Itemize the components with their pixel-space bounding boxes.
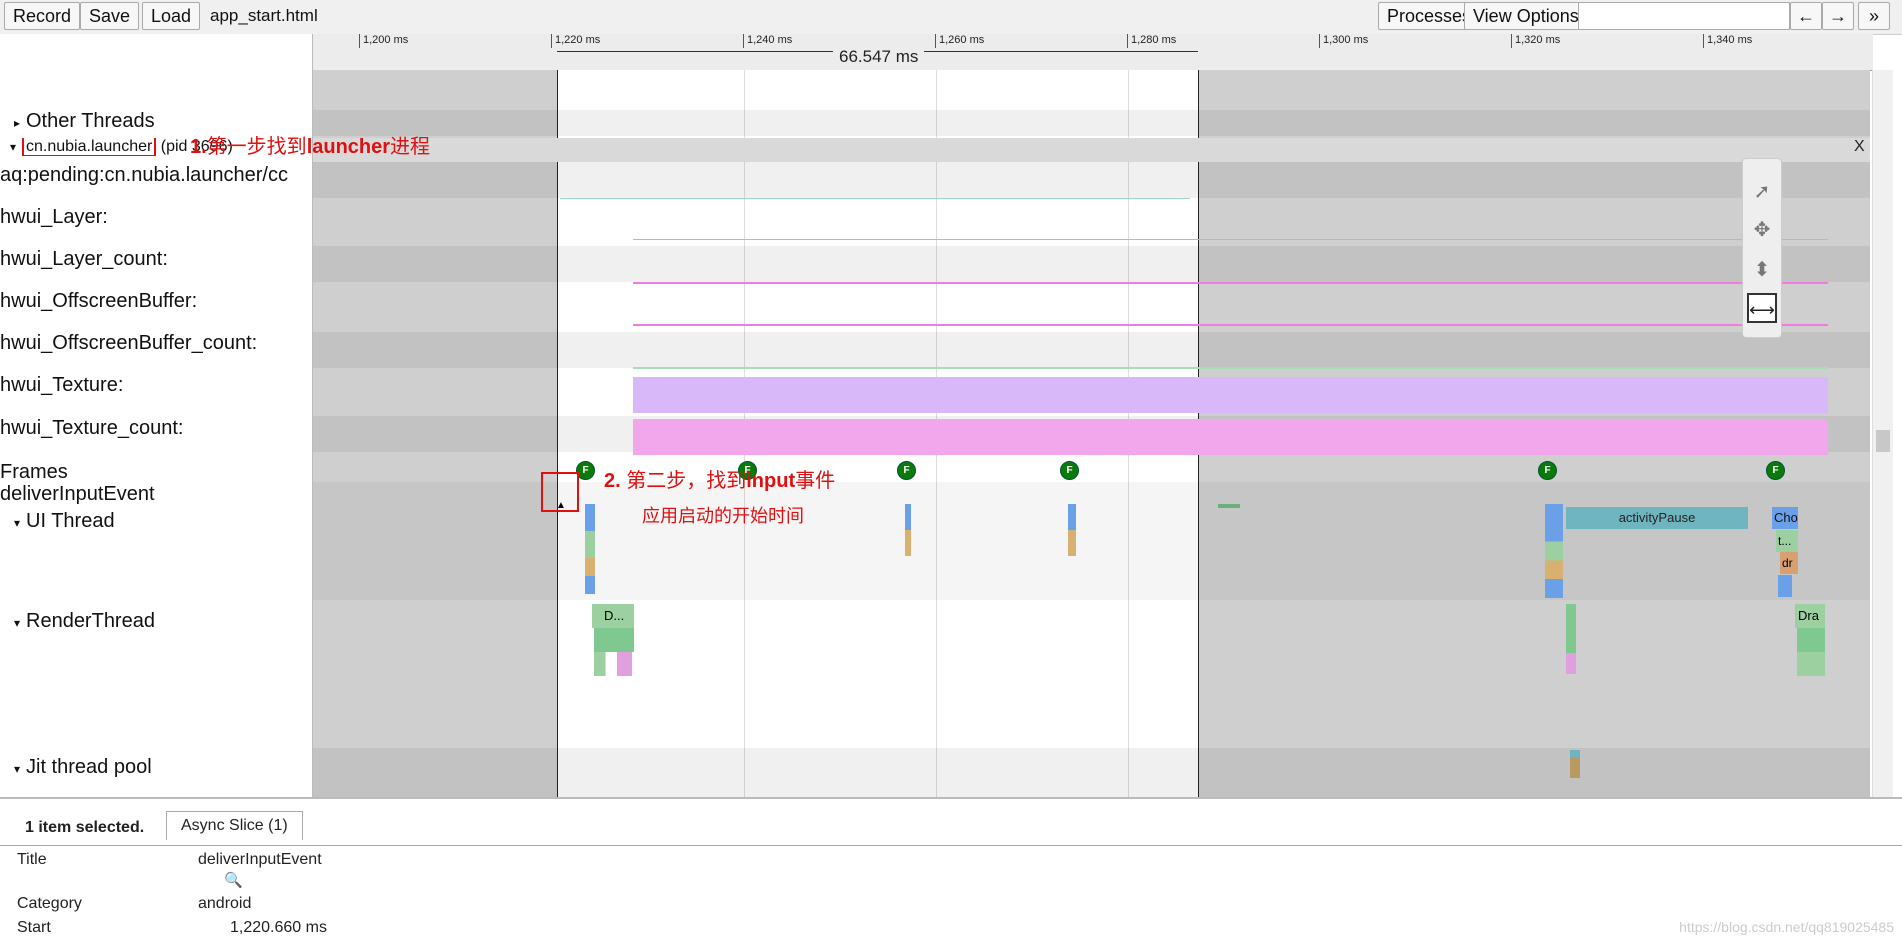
- step1-annotation: 1.第一步找到launcher进程: [190, 136, 431, 158]
- track-hwui-offscreen-buffer-count: hwui_OffscreenBuffer_count:: [0, 332, 258, 354]
- dra-slice[interactable]: Dra: [1795, 604, 1825, 628]
- hwui-layer-count-counter: [633, 282, 1828, 284]
- pan-tool-icon[interactable]: ✥: [1747, 215, 1777, 245]
- category-label: Category: [17, 895, 82, 912]
- collapse-triangle-icon[interactable]: ▾: [8, 762, 26, 776]
- frame-marker[interactable]: F: [897, 461, 916, 480]
- ruler-tick: 1,220 ms: [551, 34, 600, 48]
- back-arrow-button[interactable]: ←: [1790, 2, 1822, 30]
- tab-async-slice[interactable]: Async Slice (1): [166, 811, 303, 840]
- ui-slice[interactable]: [1068, 504, 1076, 556]
- vertical-scrollbar[interactable]: [1872, 70, 1893, 797]
- selection-summary: 1 item selected.: [25, 819, 145, 836]
- step2-annotation: 2. 第二步，找到input事件: [604, 470, 836, 492]
- scrollbar-thumb[interactable]: [1876, 430, 1890, 452]
- title-value: deliverInputEvent: [198, 851, 322, 868]
- track-deliver-input-event: deliverInputEvent: [0, 483, 155, 505]
- start-label: Start: [17, 919, 51, 936]
- track-hwui-texture: hwui_Texture:: [0, 374, 124, 396]
- track-ui-thread[interactable]: ▾ UI Thread: [0, 510, 115, 533]
- save-button[interactable]: Save: [80, 2, 140, 30]
- dr-slice[interactable]: dr: [1780, 552, 1798, 574]
- track-hwui-offscreen-buffer: hwui_OffscreenBuffer:: [0, 290, 198, 312]
- hwui-offscreen-counter: [633, 324, 1828, 326]
- file-name: app_start.html: [210, 6, 318, 25]
- draw-frame-slice[interactable]: D...: [592, 604, 634, 628]
- frame-marker[interactable]: F: [1060, 461, 1079, 480]
- track-render-thread[interactable]: ▾ RenderThread: [0, 610, 155, 633]
- hwui-offscreen-count-counter: [633, 367, 1828, 369]
- more-button[interactable]: »: [1858, 2, 1890, 30]
- process-close-button[interactable]: X: [1854, 138, 1865, 156]
- ui-slice[interactable]: [905, 504, 911, 556]
- search-input[interactable]: [1578, 2, 1790, 30]
- title-label: Title: [17, 851, 47, 868]
- hwui-layer-counter: [633, 239, 1828, 240]
- frame-marker[interactable]: F: [1766, 461, 1785, 480]
- ruler-tick: 1,260 ms: [935, 34, 984, 48]
- frame-marker[interactable]: F: [1538, 461, 1557, 480]
- track-aq-pending: aq:pending:cn.nubia.launcher/cc: [0, 164, 288, 186]
- details-panel: 1 item selected. Async Slice (1) Title d…: [0, 797, 1902, 945]
- ui-slice[interactable]: [1218, 504, 1240, 508]
- ui-slice[interactable]: [585, 504, 595, 594]
- tool-palette: ➚ ✥ ⬍ ⟷: [1742, 158, 1782, 338]
- watermark: https://blog.csdn.net/qq819025485: [1679, 919, 1894, 935]
- track-hwui-texture-count: hwui_Texture_count:: [0, 417, 184, 439]
- category-value: android: [198, 895, 252, 912]
- t-slice[interactable]: t...: [1776, 530, 1798, 552]
- ruler-tick: 1,200 ms: [359, 34, 408, 48]
- ruler-tick: 1,340 ms: [1703, 34, 1752, 48]
- hwui-texture-counter: [633, 377, 1828, 413]
- search-icon[interactable]: 🔍: [224, 871, 243, 889]
- ruler-tick: 1,280 ms: [1127, 34, 1176, 48]
- load-button[interactable]: Load: [142, 2, 201, 30]
- track-frames: Frames: [0, 461, 68, 483]
- jit-slice[interactable]: [1570, 750, 1580, 778]
- track-other-threads[interactable]: ▸ Other Threads: [0, 110, 155, 133]
- selection-duration: 66.547 ms: [833, 47, 925, 67]
- expand-triangle-icon[interactable]: ▸: [8, 116, 26, 130]
- ruler-tick: 1,240 ms: [743, 34, 792, 48]
- start-value: 1,220.660 ms: [230, 919, 327, 936]
- track-jit-thread-pool[interactable]: ▾ Jit thread pool: [0, 756, 152, 779]
- aq-pending-counter: [560, 170, 1190, 199]
- process-name: cn.nubia.launcher: [22, 138, 157, 156]
- toolbar: Record Save Load app_start.html Processe…: [0, 0, 1902, 35]
- process-header-row: [313, 138, 1870, 162]
- view-options-button[interactable]: View Options: [1464, 2, 1588, 30]
- time-ruler[interactable]: 1,200 ms 1,220 ms 1,240 ms 1,260 ms 1,28…: [313, 34, 1873, 71]
- render-slice[interactable]: [1566, 604, 1576, 674]
- ruler-tick: 1,300 ms: [1319, 34, 1368, 48]
- activity-pause-slice[interactable]: activityPause: [1566, 507, 1748, 529]
- timing-tool-icon[interactable]: ⟷: [1747, 293, 1777, 323]
- ruler-tick: 1,320 ms: [1511, 34, 1560, 48]
- input-event-marker[interactable]: ▲: [556, 500, 566, 511]
- forward-arrow-button[interactable]: →: [1822, 2, 1854, 30]
- cho-slice[interactable]: Cho: [1772, 507, 1798, 529]
- collapse-triangle-icon[interactable]: ▾: [4, 140, 22, 154]
- track-hwui-layer: hwui_Layer:: [0, 206, 108, 228]
- record-button[interactable]: Record: [4, 2, 81, 30]
- ui-slice[interactable]: [1545, 504, 1563, 598]
- hwui-texture-count-counter: [633, 419, 1828, 455]
- collapse-triangle-icon[interactable]: ▾: [8, 616, 26, 630]
- selection-tool-icon[interactable]: ➚: [1747, 177, 1777, 207]
- track-hwui-layer-count: hwui_Layer_count:: [0, 248, 168, 270]
- zoom-tool-icon[interactable]: ⬍: [1747, 255, 1777, 285]
- collapse-triangle-icon[interactable]: ▾: [8, 516, 26, 530]
- step2-annotation-line2: 应用启动的开始时间: [642, 506, 804, 526]
